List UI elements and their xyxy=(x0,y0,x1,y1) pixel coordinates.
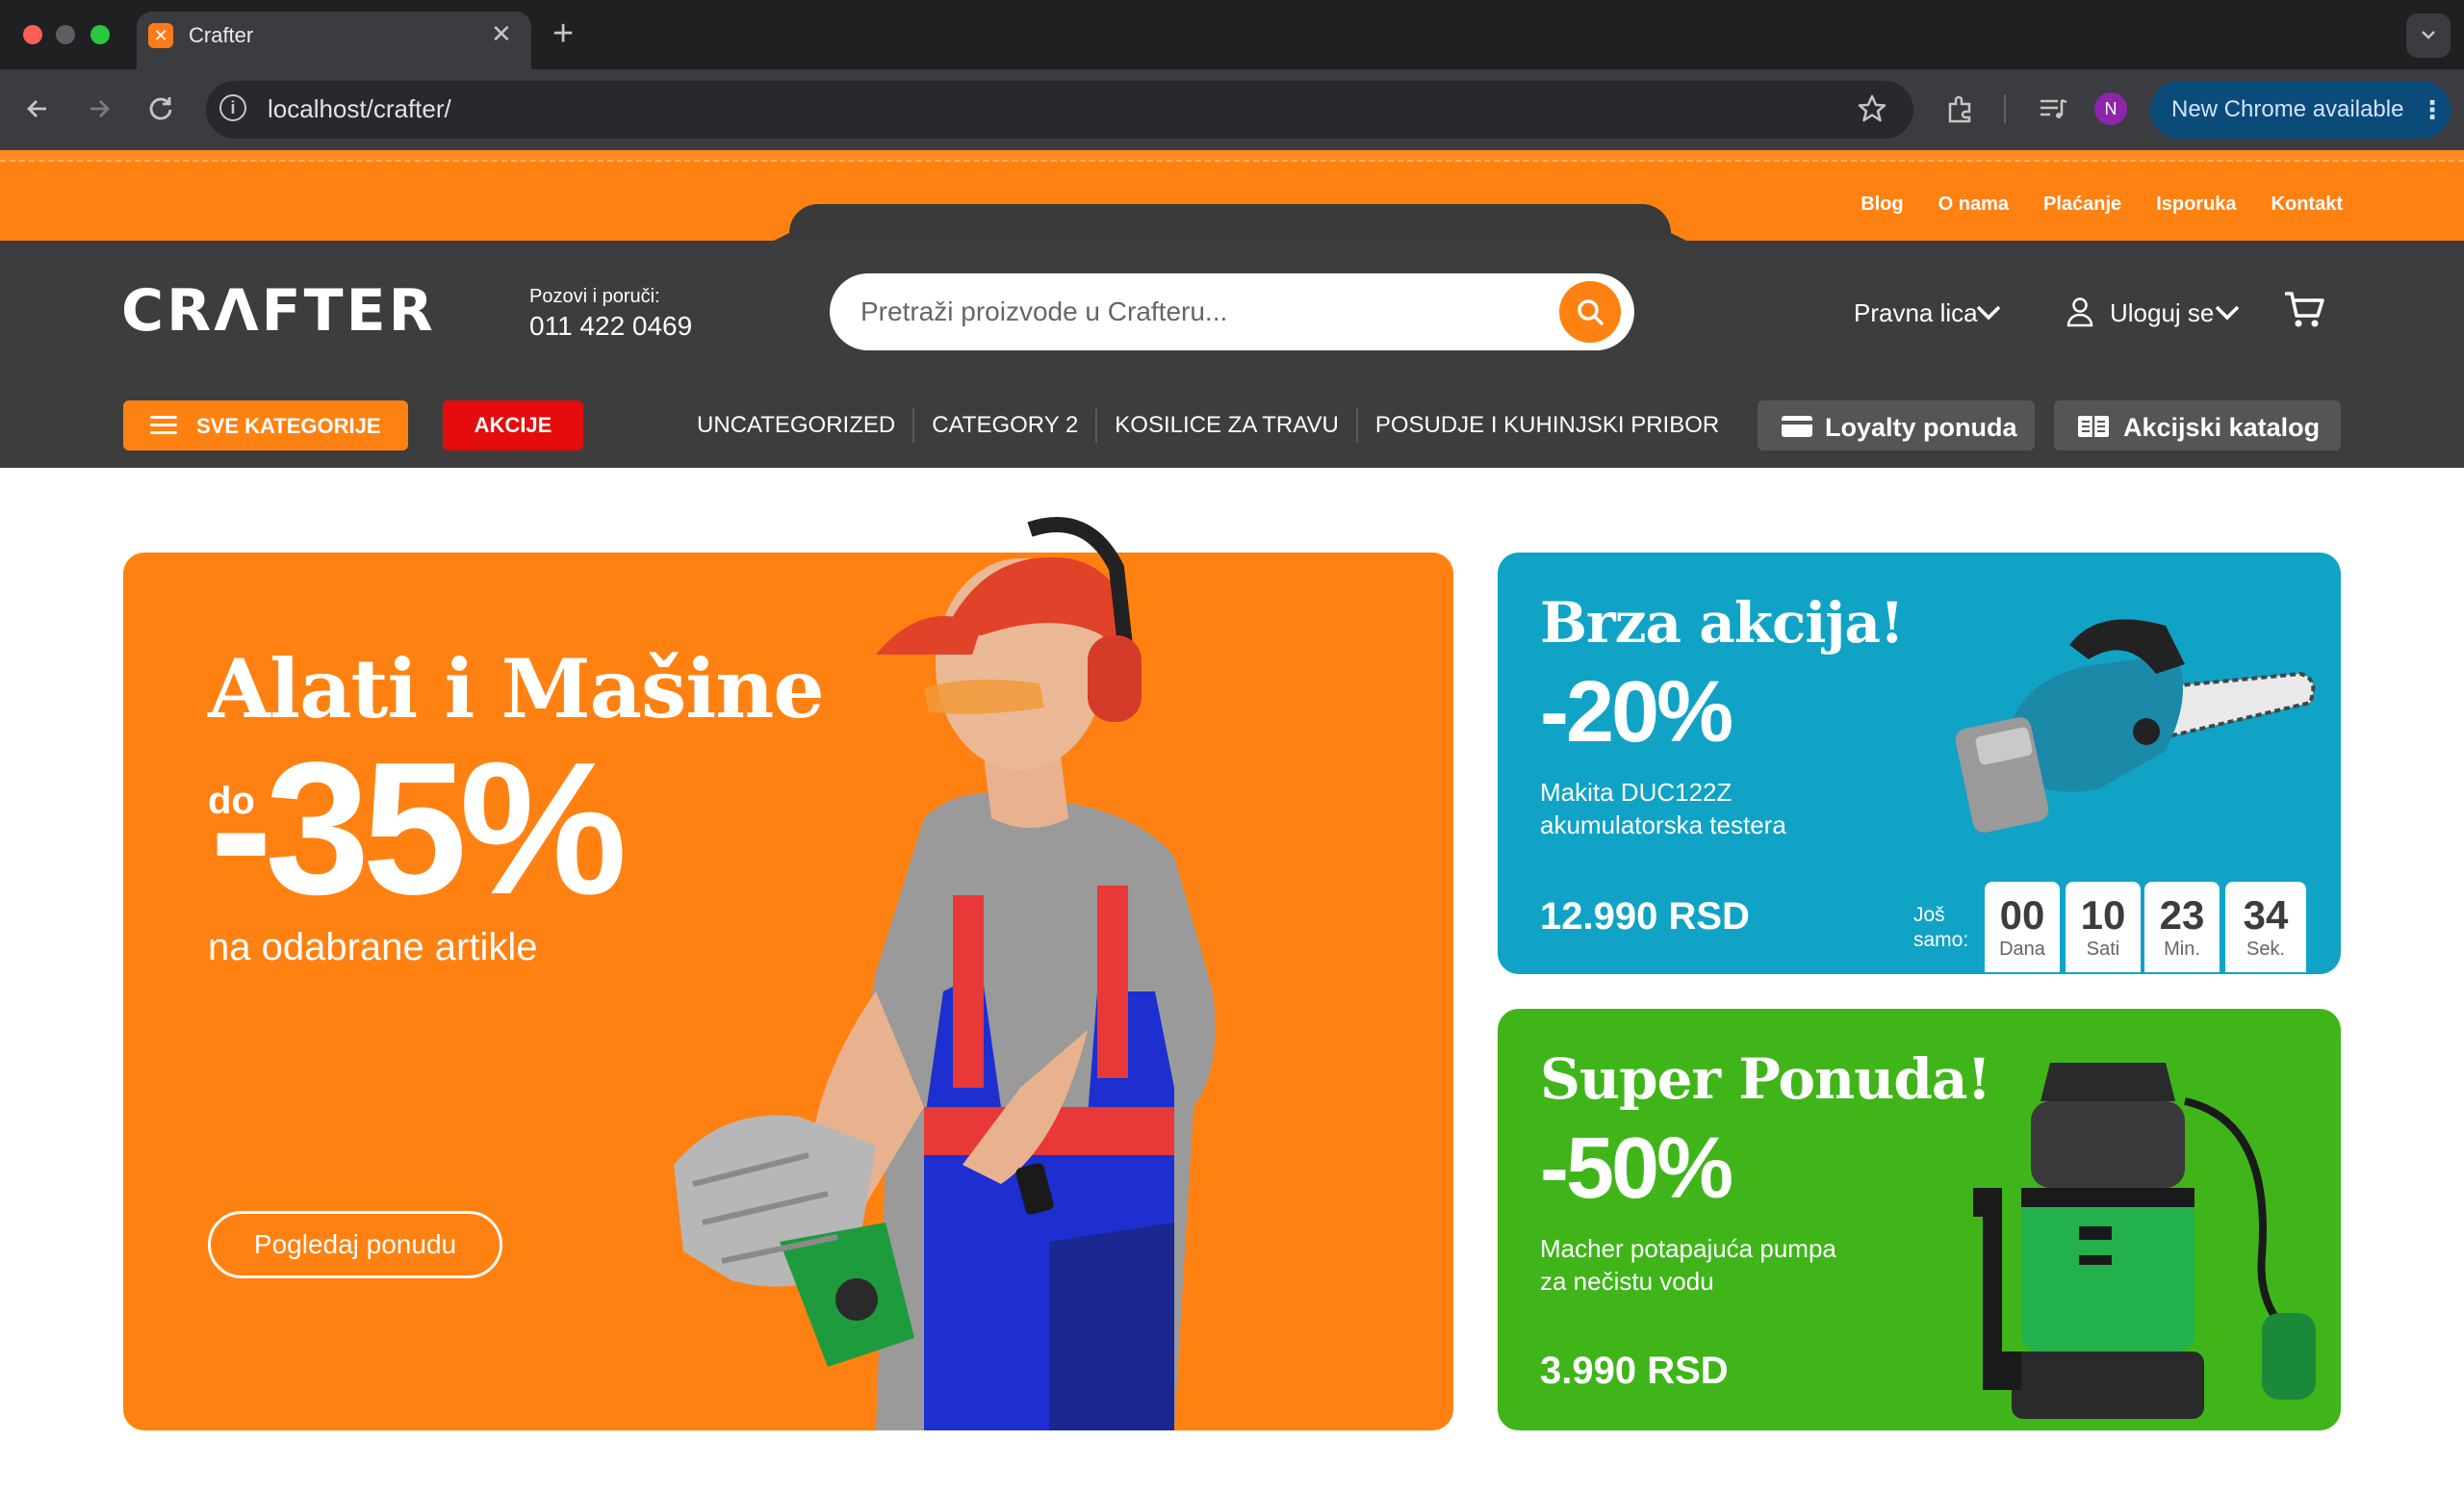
hero-subtitle: na odabrane artikle xyxy=(208,926,538,968)
flash-sale-price: 12.990 RSD xyxy=(1540,895,1750,938)
new-tab-icon[interactable]: + xyxy=(552,13,574,54)
catalog-book-icon xyxy=(2077,414,2110,444)
back-icon[interactable] xyxy=(21,92,54,125)
water-pump-product-image xyxy=(1973,1063,2316,1419)
category-link-posudje[interactable]: POSUDJE I KUHINJSKI PRIBOR xyxy=(1355,408,1736,443)
extensions-icon[interactable] xyxy=(1944,92,1977,130)
flash-sale-discount: -20% xyxy=(1540,664,1733,760)
countdown-minutes-unit: Min. xyxy=(2164,939,2200,960)
tab-title: Crafter xyxy=(189,23,254,47)
countdown-days-unit: Dana xyxy=(1999,939,2045,960)
countdown-seconds-unit: Sek. xyxy=(2246,939,2286,960)
countdown-hours-unit: Sati xyxy=(2086,939,2120,960)
new-chrome-label[interactable]: New Chrome available xyxy=(2171,94,2403,125)
super-offer-title: Super Ponuda! xyxy=(1540,1046,1991,1112)
super-offer-discount: -50% xyxy=(1540,1120,1733,1217)
forward-icon[interactable] xyxy=(83,92,116,125)
countdown-minutes-value: 23 xyxy=(2159,892,2205,938)
countdown-label: Još samo: xyxy=(1913,904,1969,951)
top-link-o-nama[interactable]: O nama xyxy=(1938,193,2009,216)
countdown-hours-value: 10 xyxy=(2080,892,2126,938)
site-info-icon[interactable]: i xyxy=(219,94,246,121)
countdown-minutes: 23 Min. xyxy=(2144,882,2220,972)
phone-number[interactable]: 011 422 0469 xyxy=(529,310,692,343)
login-dropdown[interactable]: Uloguj se xyxy=(2110,296,2214,329)
sales-button[interactable]: AKCIJE xyxy=(443,400,583,450)
profile-avatar[interactable]: N xyxy=(2094,92,2127,125)
search-button[interactable] xyxy=(1559,281,1621,343)
category-nav: UNCATEGORIZED CATEGORY 2 KOSILICE ZA TRA… xyxy=(681,408,1736,443)
worker-with-tool-image xyxy=(674,517,1216,1430)
chevron-down-icon[interactable] xyxy=(1975,302,2002,328)
url-text[interactable]: localhost/crafter/ xyxy=(268,92,451,125)
hamburger-icon xyxy=(150,416,177,435)
reload-icon[interactable] xyxy=(144,92,177,125)
cart-icon[interactable] xyxy=(2283,289,2325,336)
search-icon xyxy=(1578,299,1604,325)
chrome-menu-icon[interactable]: ⋮ xyxy=(2420,94,2445,125)
sale-catalog-label[interactable]: Akcijski katalog xyxy=(2123,412,2320,443)
window-close-button[interactable] xyxy=(23,25,42,44)
crafter-logo[interactable]: CRΛFTER xyxy=(121,277,436,345)
user-icon[interactable] xyxy=(2066,296,2094,332)
window-minimize-button[interactable] xyxy=(56,25,75,44)
countdown-seconds-value: 34 xyxy=(2243,892,2289,938)
top-link-blog[interactable]: Blog xyxy=(1861,193,1903,216)
top-link-isporuka[interactable]: Isporuka xyxy=(2156,193,2236,216)
top-link-placanje[interactable]: Plaćanje xyxy=(2043,193,2121,216)
loyalty-offer-label[interactable]: Loyalty ponuda xyxy=(1825,412,2017,443)
category-link-category-2[interactable]: CATEGORY 2 xyxy=(912,408,1095,443)
card-icon xyxy=(1781,414,1813,444)
flash-sale-product: Makita DUC122Z akumulatorska testera xyxy=(1540,778,1786,839)
tab-close-icon[interactable]: ✕ xyxy=(491,19,512,48)
address-bar[interactable] xyxy=(206,81,1913,139)
view-offer-button[interactable]: Pogledaj ponudu xyxy=(208,1211,502,1278)
countdown-days-value: 00 xyxy=(1999,892,2045,938)
category-link-uncategorized[interactable]: UNCATEGORIZED xyxy=(681,408,912,443)
call-label: Pozovi i poruči: xyxy=(529,286,660,307)
bookmark-star-icon[interactable] xyxy=(1856,92,1888,130)
utility-links: Blog O nama Plaćanje Isporuka Kontakt xyxy=(1861,193,2343,216)
all-categories-label[interactable]: SVE KATEGORIJE xyxy=(196,414,381,439)
hero-discount: -35% xyxy=(210,723,628,934)
countdown-hours: 10 Sati xyxy=(2066,882,2141,972)
top-link-kontakt[interactable]: Kontakt xyxy=(2272,193,2343,216)
search-input[interactable] xyxy=(860,291,1534,333)
tab-favicon-icon: ✕ xyxy=(148,23,173,48)
decorative-ruler-strip xyxy=(0,150,2464,162)
legal-entities-dropdown[interactable]: Pravna lica xyxy=(1854,296,1978,329)
tab-search-menu-icon[interactable] xyxy=(2406,13,2451,58)
window-zoom-button[interactable] xyxy=(90,25,110,44)
flash-sale-title: Brza akcija! xyxy=(1540,590,1904,656)
toolbar-separator xyxy=(2004,94,2006,123)
countdown-seconds: 34 Sek. xyxy=(2225,882,2306,972)
chevron-down-icon[interactable] xyxy=(2214,302,2241,328)
super-offer-price: 3.990 RSD xyxy=(1540,1350,1729,1392)
super-offer-product: Macher potapajuća pumpa za nečistu vodu xyxy=(1540,1234,1836,1296)
category-link-kosilice[interactable]: KOSILICE ZA TRAVU xyxy=(1095,408,1356,443)
header-notch xyxy=(789,204,1671,243)
chainsaw-product-image xyxy=(1955,619,2316,833)
countdown-days: 00 Dana xyxy=(1985,882,2060,972)
media-control-icon[interactable] xyxy=(2037,92,2069,130)
